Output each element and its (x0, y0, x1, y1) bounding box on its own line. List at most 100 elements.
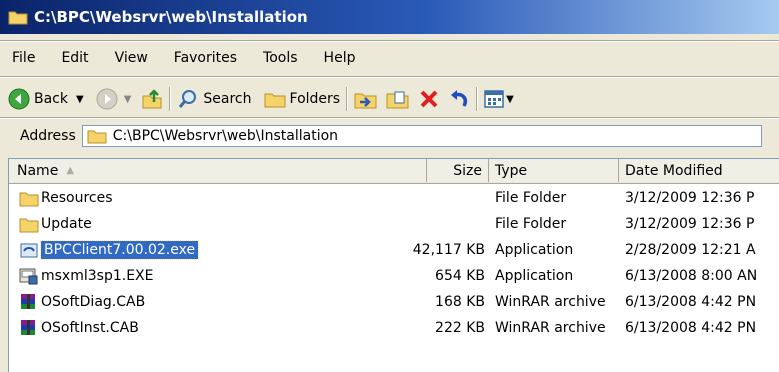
column-header-type[interactable]: Type (489, 159, 619, 182)
folder-icon (87, 130, 107, 144)
winrar-icon (21, 294, 35, 309)
chevron-down-icon[interactable]: ▼ (506, 94, 514, 105)
file-date: 6/13/2008 4:42 PN (625, 294, 757, 310)
move-to-icon (354, 93, 377, 109)
file-size (427, 185, 489, 211)
file-name-cell: OSoftDiag.CAB (19, 289, 145, 315)
file-date: 6/13/2008 8:00 AN (625, 268, 758, 284)
file-row[interactable]: msxml3sp1.EXE 654 KB Application 6/13/20… (9, 263, 779, 289)
folder-icon (8, 11, 28, 25)
file-name: Resources (41, 190, 113, 206)
undo-button[interactable] (448, 88, 470, 110)
chevron-down-icon[interactable]: ▼ (76, 94, 84, 105)
up-folder-button[interactable] (141, 88, 163, 110)
file-size: 42,117 KB (412, 242, 485, 258)
sort-ascending-icon: ▲ (66, 165, 75, 176)
file-date: 3/12/2009 12:36 P (625, 190, 755, 206)
menu-bar: File Edit View Favorites Tools Help (0, 46, 371, 70)
file-size: 222 KB (435, 320, 485, 336)
exe-icon (20, 243, 38, 258)
file-row[interactable]: Update File Folder 3/12/2009 12:36 P (9, 211, 779, 237)
toolbar-separator (346, 87, 349, 111)
menu-edit[interactable]: Edit (61, 50, 88, 66)
file-type: Application (495, 242, 574, 258)
window-title: C:\BPC\Websrvr\web\Installation (34, 8, 308, 26)
delete-button[interactable] (418, 88, 440, 110)
delete-icon (420, 90, 438, 108)
winrar-icon (21, 320, 35, 335)
file-name-cell: OSoftInst.CAB (19, 315, 139, 341)
column-header-name[interactable]: Name ▲ (9, 159, 427, 182)
file-name: OSoftInst.CAB (41, 320, 139, 336)
toolbar-separator (169, 87, 172, 111)
search-icon (179, 90, 197, 108)
back-button[interactable]: Back ▼ (8, 88, 84, 110)
address-label: Address (20, 128, 76, 144)
views-icon (484, 90, 504, 108)
file-list[interactable]: Name ▲ Size Type Date Modified Resources… (8, 158, 779, 372)
toolbar: Back ▼ ▼ Search Folders ▼ (0, 84, 779, 114)
views-button[interactable]: ▼ (484, 89, 514, 109)
file-name: Update (41, 216, 92, 232)
copy-to-button[interactable] (386, 88, 410, 110)
back-label: Back (34, 91, 68, 107)
menu-file[interactable]: File (12, 50, 35, 66)
column-header-name-label: Name (17, 162, 59, 179)
menu-help[interactable]: Help (324, 50, 356, 66)
file-row[interactable]: OSoftDiag.CAB 168 KB WinRAR archive 6/13… (9, 289, 779, 315)
file-row[interactable]: Resources File Folder 3/12/2009 12:36 P (9, 185, 779, 211)
undo-icon (451, 90, 468, 107)
file-row[interactable]: OSoftInst.CAB 222 KB WinRAR archive 6/13… (9, 315, 779, 341)
file-name: BPCClient7.00.02.exe (39, 240, 200, 260)
copy-to-icon (386, 91, 409, 109)
file-date: 3/12/2009 12:36 P (625, 216, 755, 232)
menu-tools[interactable]: Tools (263, 50, 298, 66)
search-label: Search (203, 91, 252, 107)
explorer-window: C:\BPC\Websrvr\web\Installation File Edi… (0, 0, 779, 372)
file-row-selected[interactable]: BPCClient7.00.02.exe 42,117 KB Applicati… (9, 237, 779, 263)
column-header-date[interactable]: Date Modified (619, 159, 779, 182)
folders-icon (264, 93, 286, 108)
folders-button[interactable]: Folders (264, 89, 341, 109)
file-date: 6/13/2008 4:42 PN (625, 320, 757, 336)
folder-icon (19, 192, 39, 207)
search-button[interactable]: Search (177, 88, 252, 110)
file-size: 654 KB (435, 268, 485, 284)
folder-icon (19, 218, 39, 233)
address-value: C:\BPC\Websrvr\web\Installation (112, 128, 339, 144)
file-type: Application (495, 268, 574, 284)
back-arrow-icon (8, 88, 30, 110)
divider (0, 76, 779, 78)
file-date: 2/28/2009 12:21 A (625, 242, 756, 258)
file-name-cell: Update (19, 211, 92, 237)
move-to-button[interactable] (354, 88, 378, 110)
installer-icon (19, 268, 38, 285)
folders-label: Folders (289, 91, 341, 107)
title-bar[interactable]: C:\BPC\Websrvr\web\Installation (0, 0, 779, 34)
file-name-cell: Resources (19, 185, 113, 211)
file-size (427, 211, 489, 237)
column-header-type-label: Type (495, 162, 528, 179)
menu-favorites[interactable]: Favorites (174, 50, 237, 66)
file-type: WinRAR archive (495, 320, 606, 336)
up-folder-icon (142, 89, 162, 109)
file-name-cell: BPCClient7.00.02.exe (19, 237, 200, 263)
toolbar-separator (476, 87, 479, 111)
column-header-size-label: Size (453, 162, 482, 179)
file-name: OSoftDiag.CAB (41, 294, 146, 310)
column-header-size[interactable]: Size (427, 159, 489, 182)
forward-button[interactable]: ▼ (96, 88, 132, 110)
address-bar: Address C:\BPC\Websrvr\web\Installation (0, 122, 779, 150)
file-name-cell: msxml3sp1.EXE (19, 263, 153, 289)
file-type: File Folder (495, 216, 567, 232)
divider (0, 40, 779, 42)
menu-view[interactable]: View (115, 50, 148, 66)
file-size: 168 KB (435, 294, 485, 310)
chevron-down-icon[interactable]: ▼ (124, 94, 132, 105)
forward-arrow-icon (96, 88, 118, 110)
divider (0, 117, 779, 119)
column-headers: Name ▲ Size Type Date Modified (9, 159, 779, 184)
file-type: WinRAR archive (495, 294, 606, 310)
address-input[interactable]: C:\BPC\Websrvr\web\Installation (81, 125, 762, 147)
file-name: msxml3sp1.EXE (41, 268, 154, 284)
